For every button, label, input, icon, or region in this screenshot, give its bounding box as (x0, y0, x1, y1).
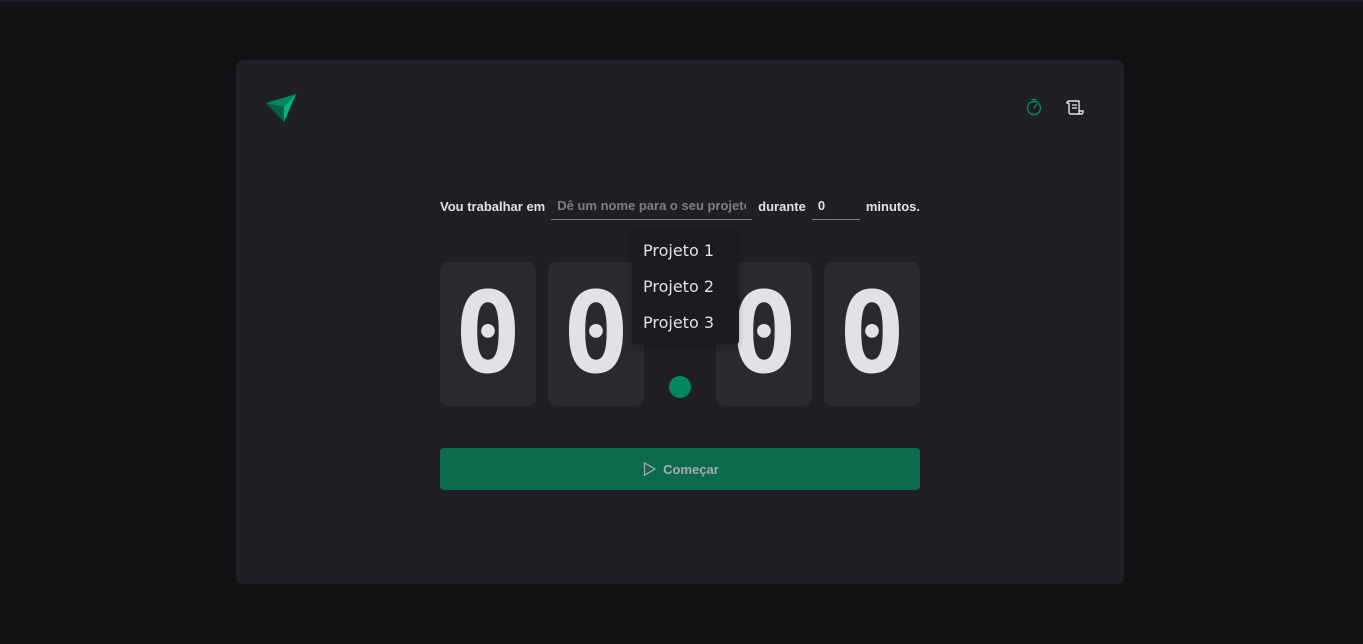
countdown-seconds-ones: 0 (824, 262, 920, 406)
separator-dot-bottom (669, 376, 691, 398)
countdown-minutes-ones: 0 (548, 262, 644, 406)
suggestion-item[interactable]: Projeto 1 (632, 238, 739, 274)
suggestion-item[interactable]: Projeto 3 (632, 310, 739, 346)
start-button[interactable]: Começar (440, 448, 920, 490)
start-button-label: Começar (663, 461, 719, 477)
minutes-input[interactable] (811, 192, 860, 220)
project-suggestions-dropdown: Projeto 1 Projeto 2 Projeto 3 (632, 230, 739, 344)
scroll-history-icon[interactable] (1066, 98, 1084, 116)
ignite-logo-icon (266, 94, 296, 122)
task-input[interactable] (551, 192, 753, 220)
suggestion-item[interactable]: Projeto 2 (632, 274, 739, 310)
app-container: Vou trabalhar em durante minutos. 0 0 0 … (236, 60, 1124, 584)
window-top-border (0, 0, 1363, 2)
play-icon (644, 462, 656, 476)
minutes-suffix-label: minutos. (865, 198, 920, 214)
timer-icon[interactable] (1025, 98, 1043, 116)
countdown-minutes-tens: 0 (440, 262, 536, 406)
task-label: Vou trabalhar em (440, 198, 546, 214)
duration-label: durante (758, 198, 806, 214)
task-form: Vou trabalhar em durante minutos. (440, 192, 920, 220)
